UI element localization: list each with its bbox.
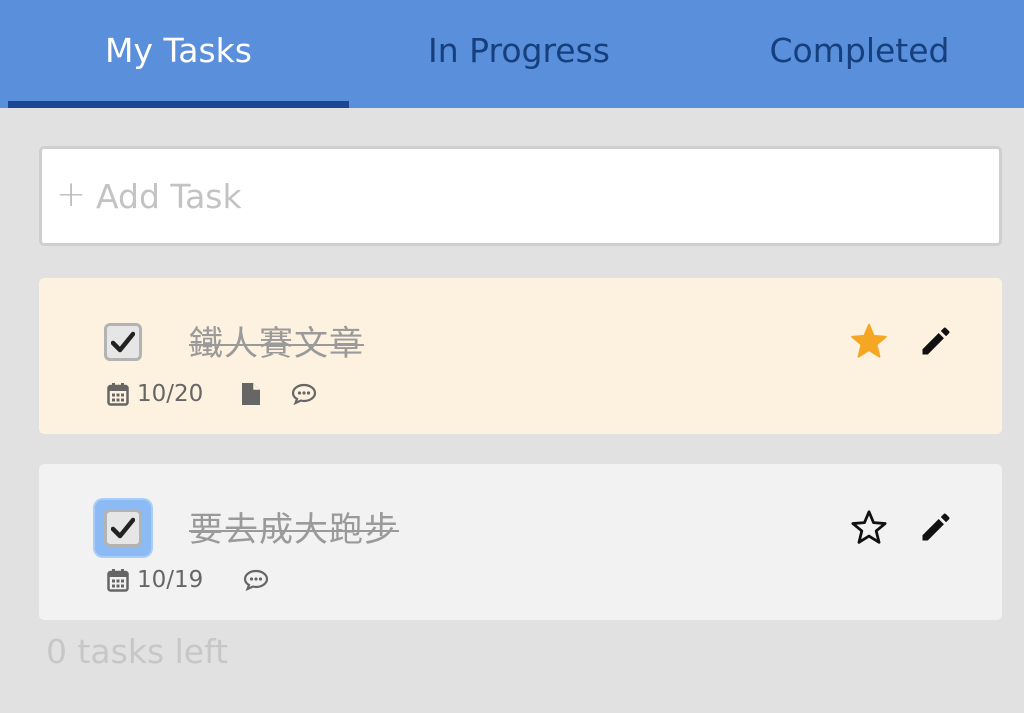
- tab-my-tasks[interactable]: My Tasks: [8, 0, 349, 108]
- task-meta: 10/20: [107, 378, 317, 410]
- calendar-icon: [107, 382, 129, 406]
- tab-in-progress[interactable]: In Progress: [349, 0, 689, 108]
- task-title[interactable]: 鐵人賽文章: [189, 316, 364, 365]
- comment-icon: [291, 383, 317, 405]
- calendar-icon: [107, 568, 129, 592]
- pencil-icon[interactable]: [918, 509, 954, 545]
- tab-completed[interactable]: Completed: [689, 0, 1024, 108]
- task-meta: 10/19: [107, 564, 269, 596]
- add-task-box[interactable]: +: [39, 146, 1002, 246]
- star-outline-icon[interactable]: [850, 509, 888, 545]
- task-checkbox[interactable]: [104, 509, 142, 547]
- task-title[interactable]: 要去成大跑步: [189, 502, 399, 551]
- checkmark-icon: [111, 517, 135, 539]
- active-tab-indicator: [8, 101, 349, 108]
- tab-bar: My Tasks In Progress Completed: [0, 0, 1024, 108]
- plus-icon: +: [56, 173, 87, 215]
- task-date: 10/20: [137, 381, 204, 407]
- task-checkbox-wrapper[interactable]: [95, 500, 151, 556]
- task-actions: [850, 509, 954, 545]
- task-actions: [850, 323, 954, 359]
- task-card[interactable]: 要去成大跑步 10/19: [39, 464, 1002, 620]
- pencil-icon[interactable]: [918, 323, 954, 359]
- tasks-left-counter: 0 tasks left: [46, 632, 229, 671]
- add-task-input[interactable]: [96, 176, 976, 216]
- task-date: 10/19: [137, 567, 204, 593]
- task-checkbox-wrapper[interactable]: [95, 314, 151, 370]
- task-checkbox[interactable]: [104, 323, 142, 361]
- star-filled-icon[interactable]: [850, 323, 888, 359]
- task-card[interactable]: 鐵人賽文章 10/20: [39, 278, 1002, 434]
- comment-icon: [243, 569, 269, 591]
- checkmark-icon: [111, 331, 135, 353]
- file-icon: [241, 382, 261, 406]
